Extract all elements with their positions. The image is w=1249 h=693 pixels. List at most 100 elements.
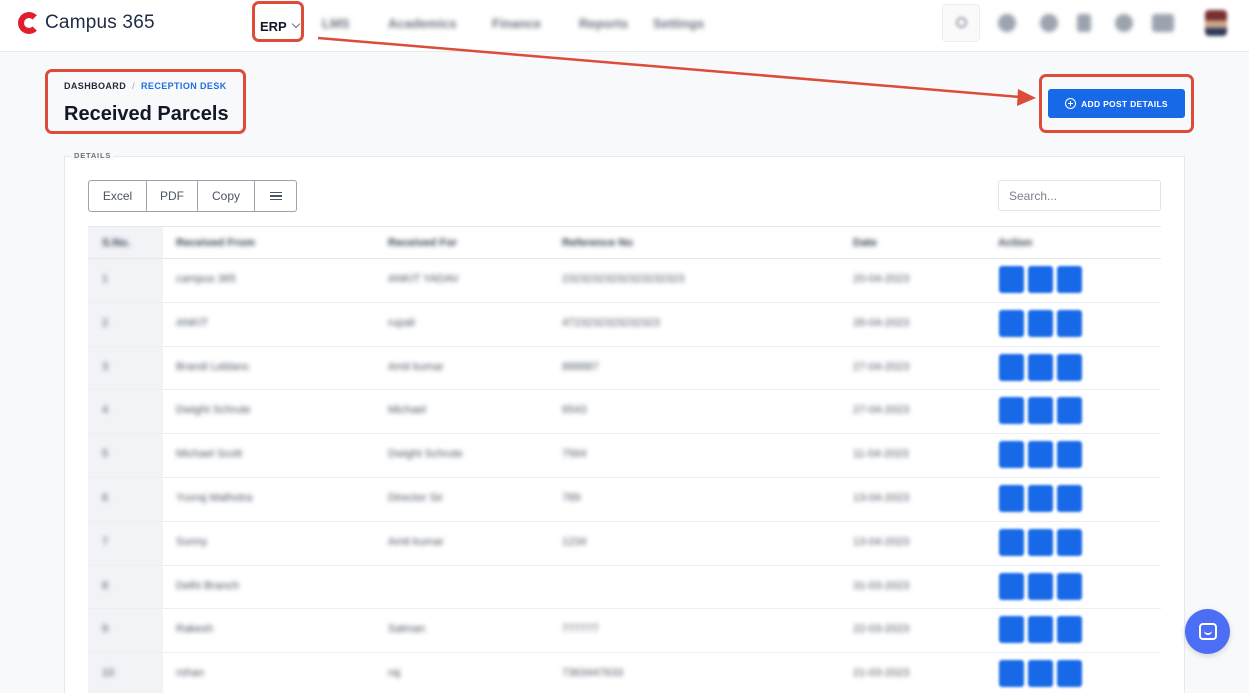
chat-launcher-button[interactable] (1185, 609, 1230, 654)
view-button[interactable] (999, 660, 1024, 688)
cell-received-for: ANKIT YADAV (388, 273, 459, 285)
view-button[interactable] (999, 528, 1024, 556)
copy-button[interactable]: Copy (198, 181, 255, 211)
delete-button[interactable] (1057, 528, 1082, 556)
help-icon[interactable] (1115, 14, 1133, 32)
nav-item-reports[interactable]: Reports (579, 16, 628, 31)
cell-sno: 10 (102, 667, 115, 680)
row-actions (999, 484, 1082, 512)
cell-received-from: Brandi Leblanc (176, 360, 250, 373)
excel-button[interactable]: Excel (89, 181, 147, 211)
cell-date: 21-03-2023 (853, 667, 910, 680)
cell-reference-no: 23232323232323232323 (562, 273, 685, 285)
cell-date: 13-04-2023 (853, 535, 910, 548)
cell-reference-no: 789 (562, 491, 581, 504)
cell-reference-no: 7564 (562, 448, 587, 461)
header-sno[interactable]: S.No. (102, 237, 130, 249)
cell-date: 13-04-2023 (853, 491, 910, 504)
view-button[interactable] (999, 484, 1024, 512)
row-actions (999, 616, 1082, 644)
brand-logo[interactable]: Campus 365 (18, 12, 155, 34)
notification-icon[interactable] (1077, 14, 1091, 32)
cell-sno: 1 (102, 273, 109, 285)
delete-button[interactable] (1057, 309, 1082, 337)
edit-button[interactable] (1028, 572, 1053, 600)
edit-button[interactable] (1028, 616, 1053, 644)
cell-received-for: Amit kumar (388, 360, 444, 373)
delete-button[interactable] (1057, 484, 1082, 512)
nav-item-academics[interactable]: Academics (388, 16, 457, 31)
cell-received-for: rupali (388, 316, 415, 329)
edit-button[interactable] (1028, 660, 1053, 688)
apps-icon[interactable] (1152, 14, 1174, 32)
export-button-group: Excel PDF Copy (88, 180, 297, 212)
row-actions (999, 309, 1082, 337)
view-button[interactable] (999, 441, 1024, 469)
nav-item-finance[interactable]: Finance (492, 16, 541, 31)
view-button[interactable] (999, 616, 1024, 644)
nav-item-lms[interactable]: LMS (322, 16, 349, 31)
cell-received-from: Yuvraj Malhotra (176, 491, 253, 504)
chat-icon (1198, 623, 1217, 640)
annotation-add-button (1039, 74, 1194, 133)
list-icon (269, 192, 282, 200)
edit-button[interactable] (1028, 309, 1053, 337)
header-received-for[interactable]: Received For (388, 237, 457, 249)
row-actions (999, 660, 1082, 688)
row-actions (999, 441, 1082, 469)
delete-button[interactable] (1057, 660, 1082, 688)
edit-button[interactable] (1028, 397, 1053, 425)
table-row: 3 Brandi Leblanc Amit kumar 888887 27-04-202… (88, 347, 1161, 391)
delete-button[interactable] (1057, 441, 1082, 469)
edit-button[interactable] (1028, 441, 1053, 469)
delete-button[interactable] (1057, 397, 1082, 425)
row-actions (999, 572, 1082, 600)
table-row: 5 Michael Scott Dwight Schrute 7564 11-04-20… (88, 434, 1161, 478)
edit-button[interactable] (1028, 484, 1053, 512)
brand-name: Campus 365 (45, 12, 155, 33)
edit-button[interactable] (1028, 266, 1053, 293)
delete-button[interactable] (1057, 353, 1082, 381)
column-visibility-button[interactable] (255, 181, 296, 211)
nav-item-settings[interactable]: Settings (653, 16, 704, 31)
pdf-button[interactable]: PDF (147, 181, 198, 211)
status-icon[interactable] (1040, 14, 1058, 32)
cell-date: 11-04-2023 (853, 448, 909, 461)
view-button[interactable] (999, 397, 1024, 425)
table-row: 8 Delhi Branch 31-03-2023 (88, 566, 1161, 610)
delete-button[interactable] (1057, 266, 1082, 293)
delete-button[interactable] (1057, 616, 1082, 644)
cell-received-from: ANKIT (176, 316, 209, 329)
header-reference-no[interactable]: Reference No (562, 237, 633, 249)
header-received-from[interactable]: Received From (176, 237, 255, 249)
table-header: S.No. Received From Received For Referen… (88, 226, 1161, 259)
view-button[interactable] (999, 353, 1024, 381)
cell-received-for: Dwight Schrute (388, 448, 463, 461)
cell-date: 27-04-2023 (853, 360, 910, 373)
search-icon (956, 17, 967, 28)
cell-received-from: Dwight Schrute (176, 404, 251, 417)
cell-received-for: raj (388, 667, 401, 680)
cell-received-for: Michael (388, 404, 426, 417)
cell-received-from: Rakesh (176, 623, 214, 636)
edit-button[interactable] (1028, 528, 1053, 556)
table-search-input[interactable] (998, 180, 1161, 211)
row-actions (999, 353, 1082, 381)
global-search-button[interactable] (942, 4, 980, 42)
table-row: 4 Dwight Schrute Michael 6543 27-04-2023 (88, 390, 1161, 435)
cell-received-from: Sunny (176, 535, 208, 548)
top-navbar: Campus 365 ERP LMS Academics Finance Rep… (0, 0, 1249, 52)
cell-sno: 8 (102, 579, 109, 592)
details-legend: DETAILS (71, 151, 115, 160)
header-date[interactable]: Date (853, 237, 877, 249)
delete-button[interactable] (1057, 572, 1082, 600)
user-avatar[interactable] (1205, 10, 1227, 36)
cell-date: 20-04-2023 (853, 273, 910, 285)
view-button[interactable] (999, 309, 1024, 337)
view-button[interactable] (999, 266, 1024, 293)
table-body: 1 campus 365 ANKIT YADAV 232323232323232323… (88, 259, 1161, 693)
cell-date: 27-04-2023 (853, 404, 910, 417)
edit-button[interactable] (1028, 353, 1053, 381)
view-button[interactable] (999, 572, 1024, 600)
globe-icon[interactable] (998, 14, 1016, 32)
